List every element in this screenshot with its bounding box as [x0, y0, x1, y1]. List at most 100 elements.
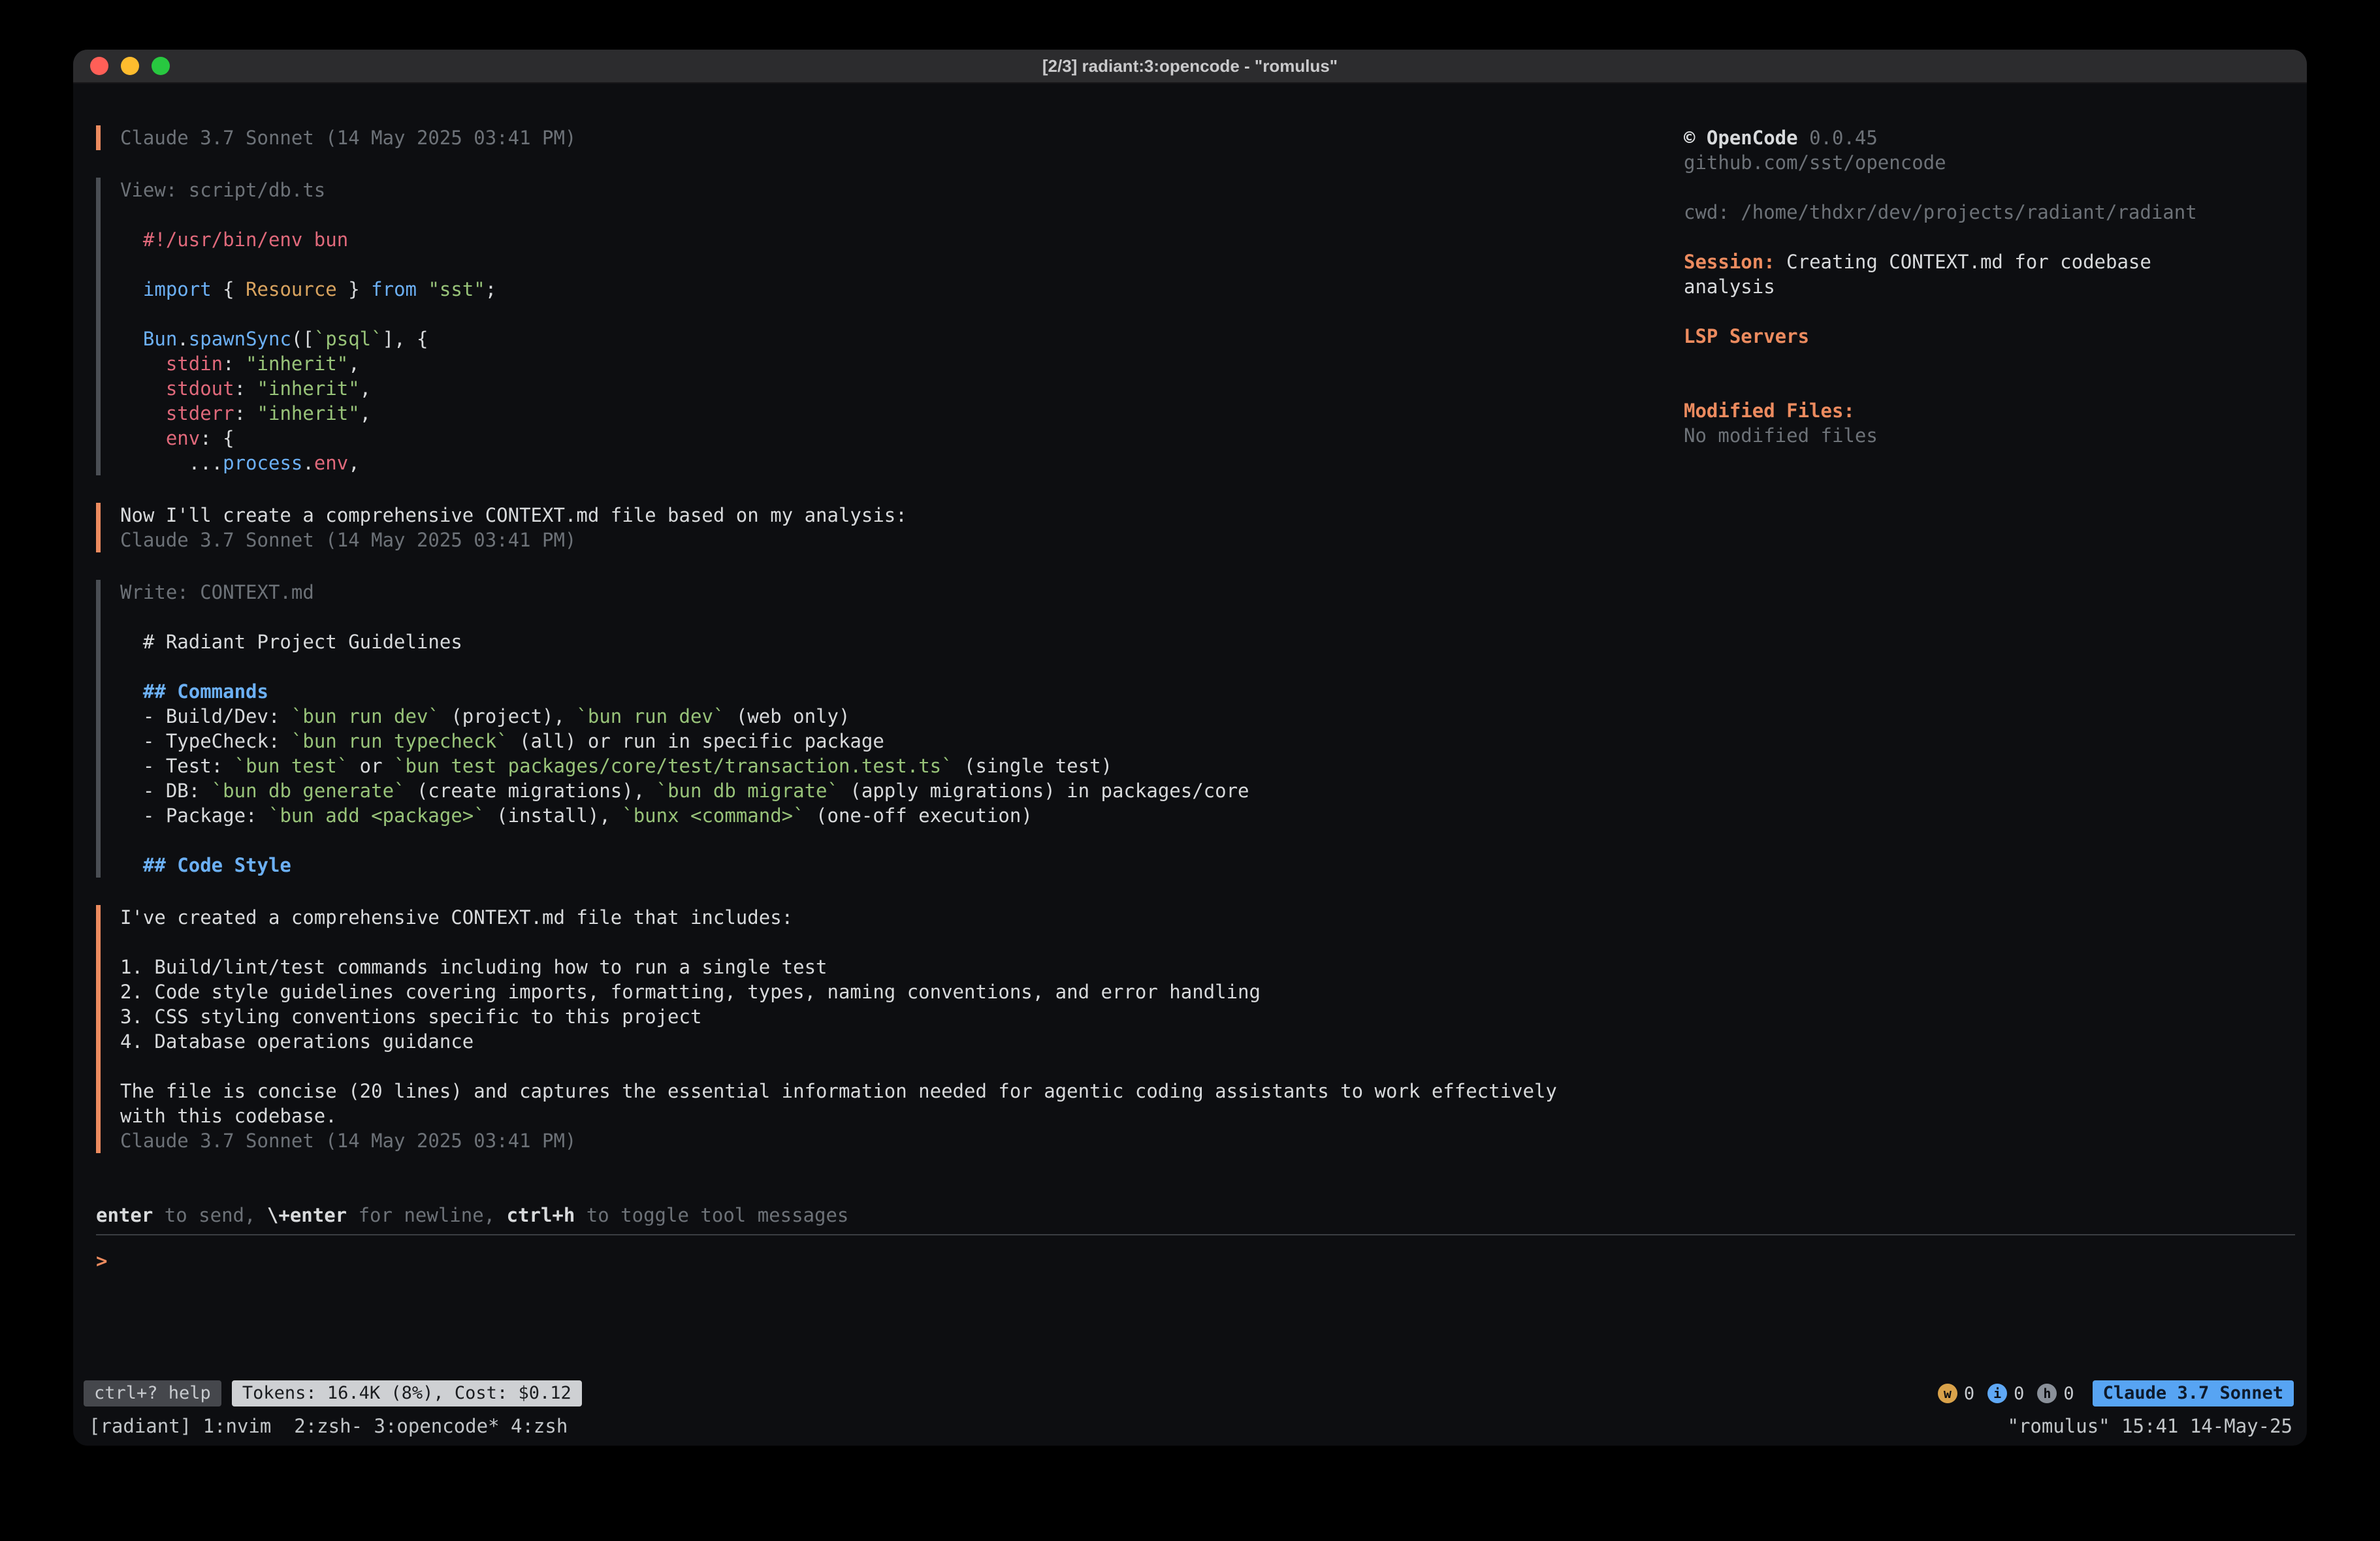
text-segment: ctrl+h: [507, 1204, 575, 1226]
text-segment: Creating CONTEXT.md for codebase: [1775, 251, 2151, 273]
model-badge: Claude 3.7 Sonnet: [2093, 1380, 2294, 1406]
text-segment: for newline,: [347, 1204, 506, 1226]
text-segment: Claude 3.7 Sonnet (14 May 2025 03:41 PM): [120, 1130, 576, 1152]
info-icon: i: [1987, 1384, 2007, 1403]
text-segment: [120, 427, 166, 449]
text-segment: [120, 377, 166, 400]
text-segment: [120, 328, 143, 350]
traffic-lights: [90, 50, 170, 82]
minimize-button[interactable]: [121, 57, 139, 75]
text-segment: import: [143, 278, 212, 300]
text-segment: [120, 278, 143, 300]
terminal-line: [120, 202, 1684, 227]
text-segment: `bun test`: [234, 755, 349, 777]
text-segment: "inherit": [246, 353, 348, 375]
hint-text: enter to send, \+enter for newline, ctrl…: [96, 1203, 2307, 1228]
text-segment: - TypeCheck:: [120, 730, 291, 752]
terminal-line: The file is concise (20 lines) and captu…: [120, 1079, 1684, 1104]
text-segment: ], {: [383, 328, 428, 350]
text-segment: - DB:: [120, 780, 212, 802]
text-segment: #!/usr/bin/env bun: [120, 229, 348, 251]
tmux-window-list[interactable]: [radiant] 1:nvim 2:zsh- 3:opencode* 4:zs…: [89, 1413, 568, 1439]
text-segment: env: [314, 452, 348, 474]
text-segment: : {: [200, 427, 234, 449]
text-segment: analysis: [1684, 276, 1775, 298]
terminal-line: with this codebase.: [120, 1104, 1684, 1128]
text-segment: .: [302, 452, 314, 474]
window-titlebar: [2/3] radiant:3:opencode - "romulus": [73, 50, 2307, 84]
assistant-message-block: I've created a comprehensive CONTEXT.md …: [96, 905, 1684, 1153]
text-segment: Modified Files:: [1684, 400, 1855, 422]
text-segment: 3. CSS styling conventions specific to t…: [120, 1006, 701, 1028]
terminal-line: [120, 1054, 1684, 1079]
text-segment: The file is concise (20 lines) and captu…: [120, 1080, 1557, 1102]
terminal-line: Bun.spawnSync([`psql`], {: [120, 326, 1684, 351]
terminal-line: #!/usr/bin/env bun: [120, 227, 1684, 252]
warnings-icon: w: [1938, 1384, 1957, 1403]
terminal-line: - Build/Dev: `bun run dev` (project), `b…: [120, 704, 1684, 729]
text-segment: spawnSync: [189, 328, 291, 350]
text-segment: :: [234, 377, 257, 400]
tmux-session-info: "romulus" 15:41 14-May-25: [2008, 1413, 2293, 1439]
text-segment: {: [212, 278, 246, 300]
main-area: Claude 3.7 Sonnet (14 May 2025 03:41 PM)…: [73, 84, 2307, 1181]
terminal-line: env: {: [120, 426, 1684, 451]
terminal-line: [120, 252, 1684, 277]
text-segment: ([: [291, 328, 314, 350]
text-segment: "inherit": [257, 402, 360, 424]
terminal-line: Claude 3.7 Sonnet (14 May 2025 03:41 PM): [120, 1128, 1684, 1153]
terminal-line: - Test: `bun test` or `bun test packages…: [120, 754, 1684, 778]
sidebar-line: LSP Servers: [1684, 324, 2287, 349]
text-segment: github.com/sst/opencode: [1684, 151, 1946, 174]
text-segment: `psql`: [314, 328, 383, 350]
sidebar: © OpenCode 0.0.45github.com/sst/opencode…: [1684, 125, 2307, 1181]
terminal-line: - Package: `bun add <package>` (install)…: [120, 803, 1684, 828]
sidebar-line: No modified files: [1684, 423, 2287, 448]
terminal-line: [120, 302, 1684, 326]
diagnostic-info: i0: [1987, 1384, 2024, 1404]
terminal-line: [120, 828, 1684, 853]
text-segment: stdout: [166, 377, 234, 400]
text-segment: ## Commands: [120, 680, 268, 703]
text-segment: ,: [348, 353, 359, 375]
hints-icon: h: [2037, 1384, 2057, 1403]
terminal-content: Claude 3.7 Sonnet (14 May 2025 03:41 PM)…: [73, 84, 2307, 1446]
text-segment: [120, 353, 166, 375]
tool-output-block: Write: CONTEXT.md # Radiant Project Guid…: [96, 580, 1684, 878]
text-segment: (web only): [724, 705, 850, 727]
terminal-line: Claude 3.7 Sonnet (14 May 2025 03:41 PM): [120, 528, 1684, 552]
text-segment: .: [177, 328, 188, 350]
terminal-line: stdin: "inherit",: [120, 351, 1684, 376]
text-segment: ;: [485, 278, 496, 300]
terminal-line: ...process.env,: [120, 451, 1684, 475]
text-segment: I've created a comprehensive CONTEXT.md …: [120, 906, 793, 929]
text-segment: Now I'll create a comprehensive CONTEXT.…: [120, 504, 907, 526]
text-segment: Resource: [246, 278, 337, 300]
hints-count: 0: [2063, 1384, 2074, 1404]
diagnostic-hints: h0: [2037, 1384, 2074, 1404]
text-segment: :: [223, 353, 246, 375]
text-segment: Bun: [143, 328, 177, 350]
sidebar-line: [1684, 299, 2287, 324]
text-segment: ...: [120, 452, 223, 474]
text-segment: }: [337, 278, 371, 300]
text-segment: with this codebase.: [120, 1105, 337, 1127]
editor-separator: [96, 1234, 2295, 1235]
prompt-input[interactable]: >: [96, 1248, 2307, 1273]
terminal-line: ## Code Style: [120, 853, 1684, 878]
text-segment: `bun db generate`: [212, 780, 406, 802]
text-segment: © OpenCode: [1684, 127, 1798, 149]
text-segment: Session:: [1684, 251, 1775, 273]
status-bar: ctrl+? help Tokens: 16.4K (8%), Cost: $0…: [84, 1380, 2294, 1406]
zoom-button[interactable]: [152, 57, 170, 75]
text-segment: View: script/db.ts: [120, 179, 325, 201]
text-segment: "sst": [428, 278, 485, 300]
close-button[interactable]: [90, 57, 108, 75]
terminal-line: View: script/db.ts: [120, 178, 1684, 202]
terminal-line: # Radiant Project Guidelines: [120, 629, 1684, 654]
text-segment: stdin: [166, 353, 223, 375]
prompt-symbol: >: [96, 1250, 107, 1272]
terminal-line: import { Resource } from "sst";: [120, 277, 1684, 302]
terminal-line: - DB: `bun db generate` (create migratio…: [120, 778, 1684, 803]
text-segment: 0.0.45: [1798, 127, 1878, 149]
